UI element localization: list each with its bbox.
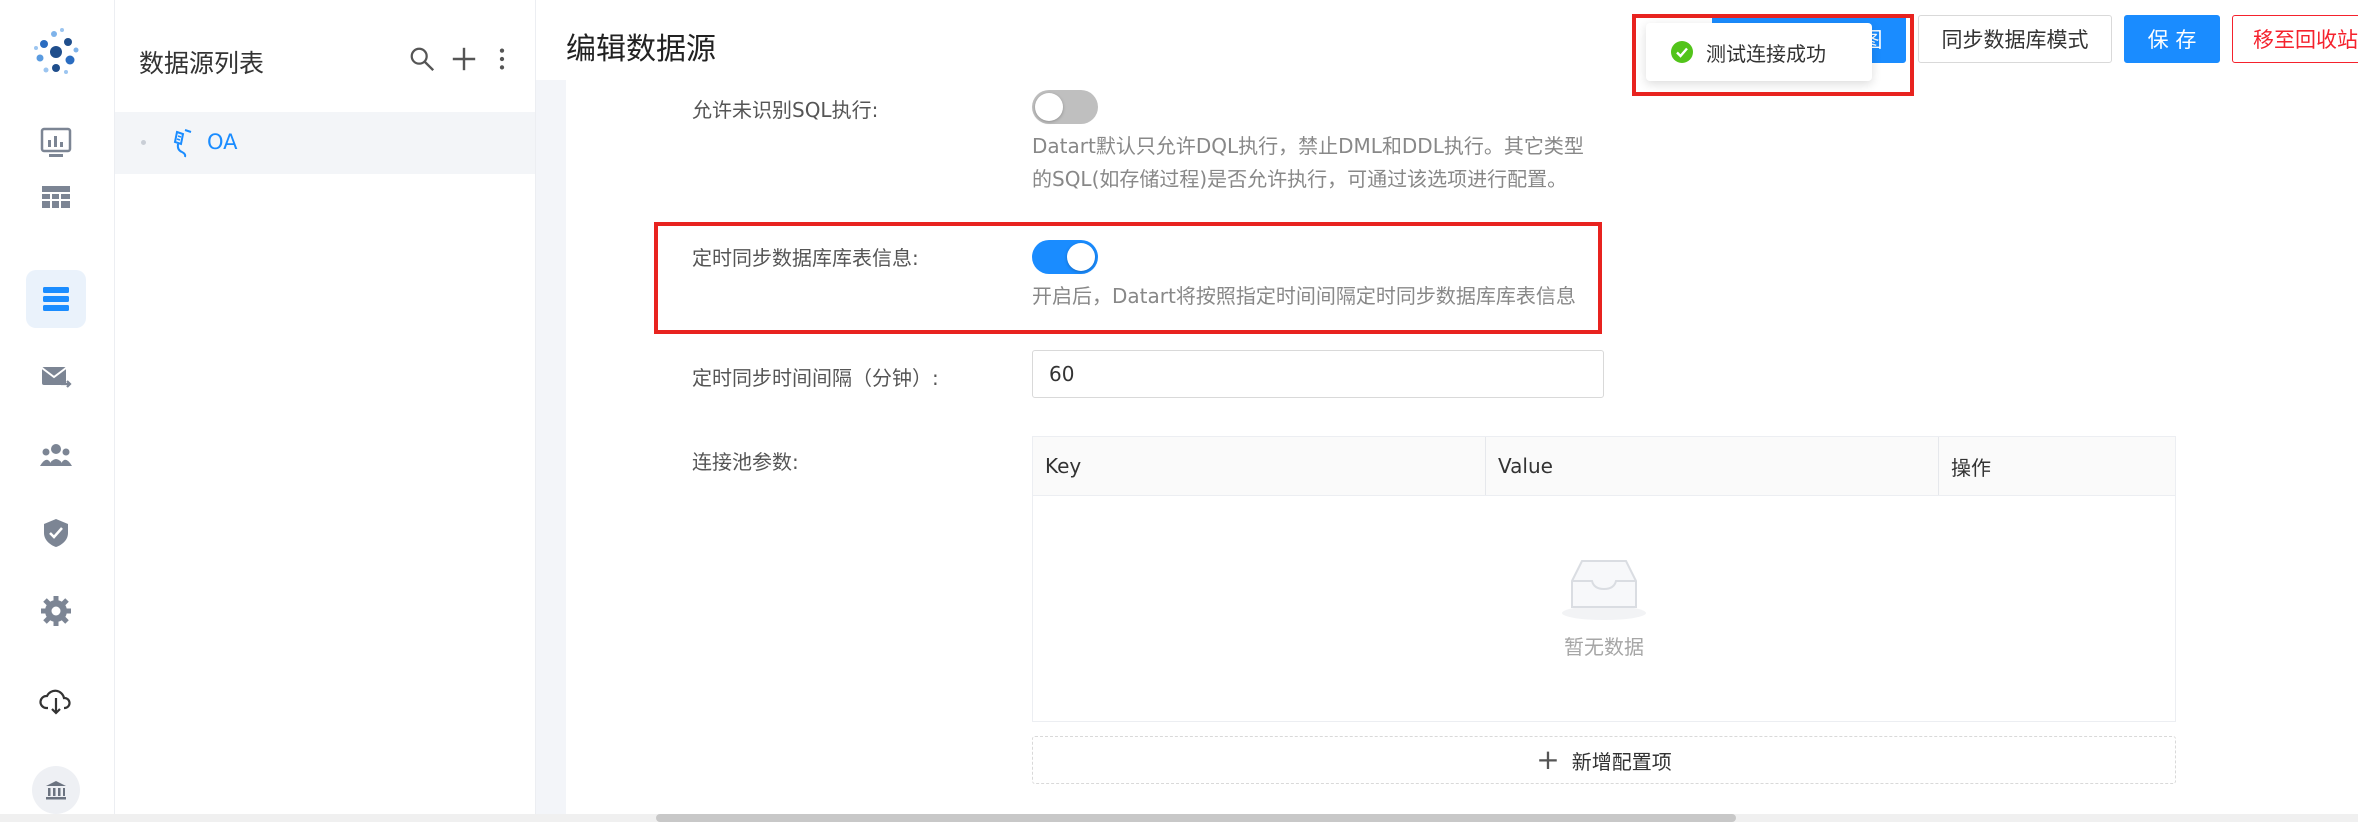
- more-vertical-icon: [499, 48, 505, 70]
- column-value: Value: [1498, 454, 1553, 478]
- nav-dashboard[interactable]: [26, 114, 86, 172]
- column-key: Key: [1045, 454, 1082, 478]
- nav-members[interactable]: [26, 426, 86, 484]
- allow-sql-label: 允许未识别SQL执行:: [692, 98, 879, 122]
- move-to-recycle-button[interactable]: 移至回收站: [2232, 15, 2358, 63]
- list-item-label: OA: [207, 130, 238, 154]
- dashboard-icon: [40, 127, 72, 157]
- permission-icon: [44, 519, 68, 547]
- settings-icon: [41, 596, 71, 626]
- save-button[interactable]: 保 存: [2124, 15, 2220, 63]
- datasource-icon: [43, 287, 69, 311]
- database-plug-icon: [169, 128, 197, 158]
- nav-permissions[interactable]: [26, 504, 86, 562]
- editor-main: 编辑数据源 去新建数据视图 同步数据库模式 保 存 移至回收站 允许未识别SQL…: [566, 0, 2358, 822]
- logo-icon: [28, 24, 84, 80]
- sync-schema-button[interactable]: 同步数据库模式: [1918, 15, 2112, 63]
- download-icon: [39, 689, 71, 715]
- nav-rail: [0, 0, 115, 822]
- table-header: Key Value 操作: [1033, 437, 2175, 496]
- empty-text: 暂无数据: [1564, 635, 1644, 659]
- pool-params-table: Key Value 操作 暂无数据: [1032, 436, 2176, 722]
- nav-datasources[interactable]: [26, 270, 86, 328]
- more-button[interactable]: [487, 44, 517, 74]
- column-actions: 操作: [1951, 455, 1991, 480]
- add-config-button[interactable]: + 新增配置项: [1032, 736, 2176, 784]
- list-title: 数据源列表: [139, 49, 265, 78]
- sync-interval-input[interactable]: 60: [1032, 350, 1604, 398]
- nav-views[interactable]: [26, 168, 86, 226]
- table-view-icon: [42, 186, 70, 208]
- sync-interval-label: 定时同步时间间隔（分钟）:: [692, 366, 939, 390]
- empty-inbox-icon: [1558, 555, 1650, 621]
- schedule-mail-icon: [41, 367, 72, 388]
- pool-params-label: 连接池参数:: [692, 450, 799, 474]
- search-icon: [410, 47, 435, 72]
- datasource-list-panel: 数据源列表 OA: [115, 0, 536, 822]
- allow-sql-help-line1: Datart默认只允许DQL执行，禁止DML和DDL执行。其它类型: [1032, 134, 1584, 158]
- highlight-box-sync-setting: [654, 222, 1602, 334]
- bank-icon: [46, 781, 66, 800]
- nav-schedules[interactable]: [26, 348, 86, 406]
- switch-knob: [1035, 93, 1063, 121]
- tree-dot: [141, 140, 146, 145]
- plus-icon: [452, 47, 476, 71]
- add-config-label: 新增配置项: [1571, 749, 1672, 774]
- org-avatar[interactable]: [32, 766, 80, 814]
- plus-icon: +: [1536, 743, 1560, 776]
- nav-settings[interactable]: [26, 582, 86, 640]
- nav-download[interactable]: [26, 672, 86, 730]
- panel-gutter: [536, 0, 566, 822]
- page-title: 编辑数据源: [566, 32, 716, 67]
- allow-sql-switch[interactable]: [1032, 90, 1098, 124]
- add-datasource-button[interactable]: [449, 44, 479, 74]
- search-button[interactable]: [407, 44, 437, 74]
- members-icon: [40, 444, 72, 466]
- scrollbar-thumb[interactable]: [656, 814, 1736, 822]
- allow-sql-help: Datart默认只允许DQL执行，禁止DML和DDL执行。其它类型 的SQL(如…: [1032, 130, 1584, 196]
- allow-sql-help-line2: 的SQL(如存储过程)是否允许执行，可通过该选项进行配置。: [1032, 167, 1568, 191]
- gutter-header: [536, 0, 566, 80]
- list-item[interactable]: OA: [115, 112, 535, 174]
- highlight-box-toast: [1632, 14, 1914, 96]
